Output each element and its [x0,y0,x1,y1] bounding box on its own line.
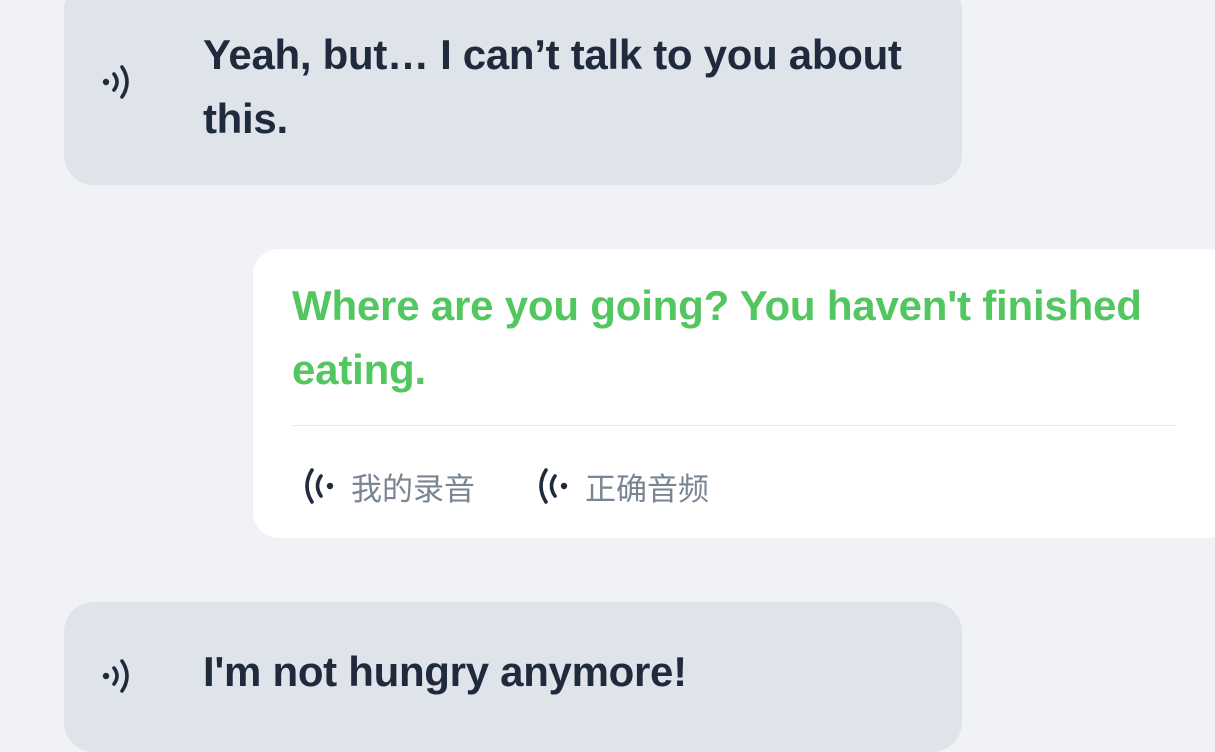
correct-audio-label: 正确音频 [585,471,709,508]
speaker-icon [102,659,129,693]
message-text: Yeah, but… I can’t talk to you about thi… [203,31,902,142]
user-response-card: Where are you going? You haven't finishe… [253,249,1215,538]
divider [292,425,1176,426]
target-sentence-text: Where are you going? You haven't finishe… [292,282,1142,393]
sound-wave-icon [305,468,334,504]
chat-bubble-left: Yeah, but… I can’t talk to you about thi… [64,0,962,185]
play-audio-button[interactable] [98,654,142,698]
correct-audio-button[interactable]: 正确音频 [535,461,709,511]
my-recording-label: 我的录音 [351,471,475,508]
message-text: I'm not hungry anymore! [203,648,687,695]
speaker-icon [102,65,129,99]
my-recording-button[interactable]: 我的录音 [301,461,475,511]
play-audio-button[interactable] [98,60,142,104]
chat-bubble-left: I'm not hungry anymore! [64,602,962,752]
sound-wave-icon [539,468,568,504]
